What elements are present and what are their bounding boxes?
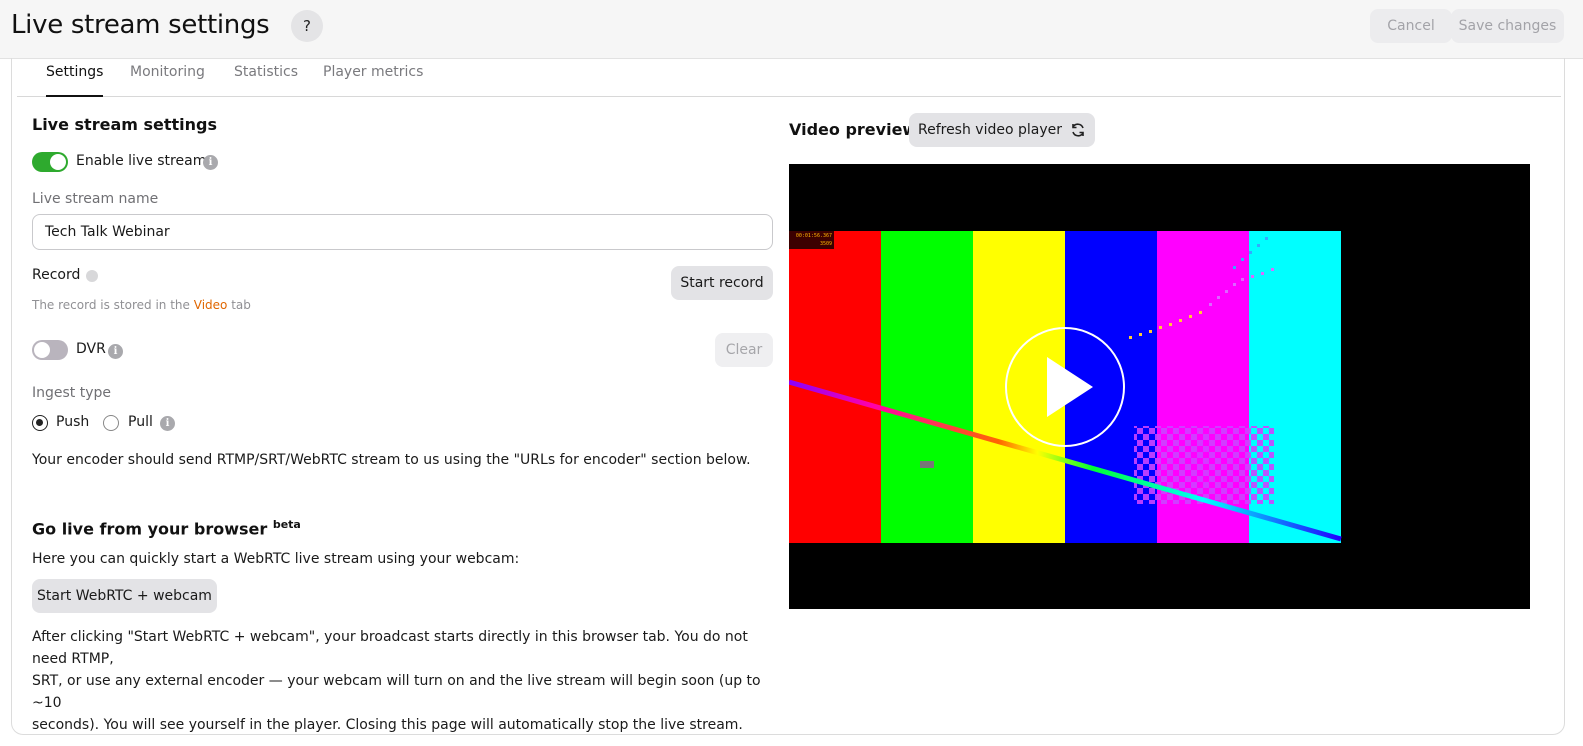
live-stream-name-input[interactable]: Tech Talk Webinar [32,214,773,250]
info-icon[interactable]: i [160,416,175,431]
video-preview-heading: Video preview [789,120,918,139]
tab-statistics[interactable]: Statistics [234,64,298,97]
ingest-note: Your encoder should send RTMP/SRT/WebRTC… [32,452,751,468]
dvr-label: DVR [76,341,106,357]
test-pattern-overlay [789,237,1342,542]
dotted-trail [1129,311,1202,339]
save-changes-button[interactable]: Save changes [1451,9,1564,43]
live-stream-settings-heading: Live stream settings [32,115,218,134]
timecode-overlay: 00:01:56.367 3509 [789,231,834,249]
video-tab-link[interactable]: Video [194,298,228,312]
description-line: After clicking "Start WebRTC + webcam", … [32,629,748,667]
description-line: seconds). You will see yourself in the p… [32,717,743,733]
start-webrtc-webcam-button[interactable]: Start WebRTC + webcam [32,579,217,613]
page-title: Live stream settings [11,10,270,40]
dotted-trail [1209,268,1274,306]
tab-monitoring[interactable]: Monitoring [130,64,205,97]
tab-settings[interactable]: Settings [46,64,104,97]
info-icon[interactable]: i [203,155,218,170]
pull-label: Pull [128,414,153,430]
dvr-toggle[interactable] [32,340,68,360]
record-note: The record is stored in the Video tab [32,298,251,312]
description-line: SRT, or use any external encoder — your … [32,673,761,711]
pull-radio[interactable] [103,415,119,431]
refresh-icon [1072,123,1084,137]
top-bar: Live stream settings ? Cancel Save chang… [0,0,1583,59]
refresh-video-player-label: Refresh video player [917,122,1063,138]
enable-live-stream-toggle[interactable] [32,152,68,172]
push-label: Push [56,414,90,430]
settings-card: Settings Monitoring Statistics Player me… [11,58,1565,735]
record-note-suffix: tab [231,298,251,312]
help-button[interactable]: ? [291,10,323,42]
beta-badge: beta [272,518,301,531]
cancel-button[interactable]: Cancel [1370,9,1452,43]
go-live-description: After clicking "Start WebRTC + webcam", … [32,626,777,736]
go-live-heading: Go live from your browser beta [32,518,301,538]
gray-marker [920,461,934,468]
go-live-intro: Here you can quickly start a WebRTC live… [32,551,520,567]
record-note-prefix: The record is stored in the [32,298,190,312]
checker-block [1134,426,1274,504]
tab-bar: Settings Monitoring Statistics Player me… [17,58,1561,97]
info-icon[interactable]: i [108,344,123,359]
dotted-trail [1233,237,1268,269]
play-icon[interactable] [1047,357,1093,417]
live-stream-name-label: Live stream name [32,191,159,207]
video-player[interactable]: 00:01:56.367 3509 [789,164,1530,609]
frame-counter: 3509 [819,241,832,247]
record-label: Record [32,267,81,283]
ingest-type-label: Ingest type [32,385,112,401]
enable-live-stream-label: Enable live stream [76,153,207,169]
push-radio[interactable] [32,415,48,431]
record-status-dot [86,270,98,282]
go-live-title: Go live from your browser [32,519,268,539]
start-record-button[interactable]: Start record [671,266,773,300]
refresh-video-player-button[interactable]: Refresh video player [909,113,1095,147]
timecode-line: 00:01:56.367 [795,233,832,239]
tab-player-metrics[interactable]: Player metrics [323,64,423,97]
clear-button[interactable]: Clear [715,333,773,367]
